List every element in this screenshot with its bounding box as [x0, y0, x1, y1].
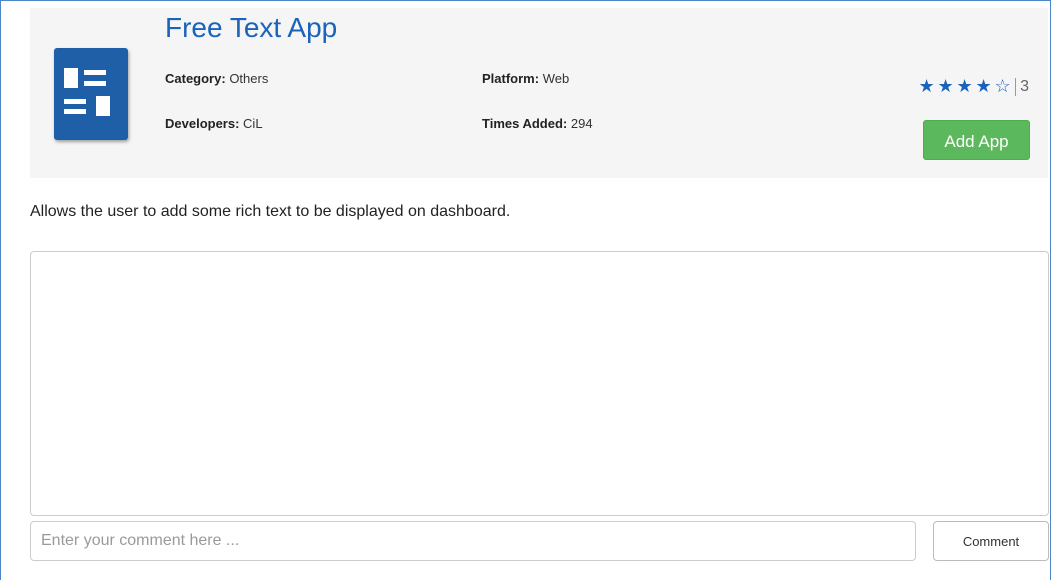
star-icon-1[interactable]: ★ — [917, 76, 936, 97]
add-app-button[interactable]: Add App — [923, 120, 1030, 160]
star-icon-3[interactable]: ★ — [955, 76, 974, 97]
times-added-meta: Times Added: 294 — [482, 116, 593, 131]
category-label: Category: — [165, 71, 226, 86]
app-title: Free Text App — [165, 12, 338, 43]
developers-meta: Developers: CiL — [165, 116, 263, 131]
developers-label: Developers: — [165, 116, 240, 131]
comment-input[interactable] — [30, 521, 916, 561]
developers-value: CiL — [243, 116, 263, 131]
comment-submit-button[interactable]: Comment — [933, 521, 1049, 561]
category-value: Others — [229, 71, 269, 86]
times-added-label: Times Added: — [482, 116, 568, 131]
star-icon-2[interactable]: ★ — [936, 76, 955, 97]
category-meta: Category: Others — [165, 71, 268, 86]
times-added-value: 294 — [570, 116, 593, 131]
platform-label: Platform: — [482, 71, 540, 86]
platform-meta: Platform: Web — [482, 71, 569, 86]
platform-value: Web — [542, 71, 570, 86]
star-icon-5[interactable]: ☆ — [993, 76, 1012, 97]
app-description: Allows the user to add some rich text to… — [30, 203, 511, 220]
free-text-app-icon — [54, 48, 128, 140]
rating-count: 3 — [1020, 77, 1029, 95]
star-rating[interactable]: ★ ★ ★ ★ ☆ 3 — [917, 76, 1029, 97]
comments-list — [30, 251, 1049, 516]
rating-divider — [1015, 77, 1017, 96]
star-icon-4[interactable]: ★ — [974, 76, 993, 97]
